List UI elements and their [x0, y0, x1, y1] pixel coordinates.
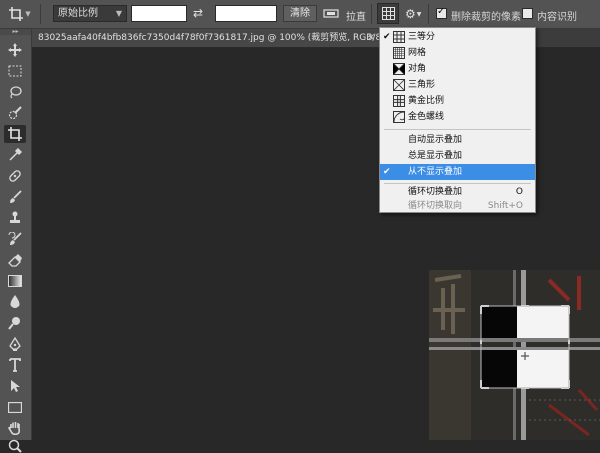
menu-separator [384, 129, 531, 130]
diagonal-icon [393, 63, 405, 75]
menu-item-cycle-orientation: 循环切换取向 Shift+O [380, 198, 535, 214]
shortcut-label: Shift+O [487, 201, 523, 211]
menu-item-triangle[interactable]: 三角形 [380, 77, 535, 93]
crop-tool-icon[interactable] [4, 125, 26, 143]
document-tab-title: 83025aafa40f4bfb836fc7350d4f78f0f7361817… [38, 33, 386, 43]
lasso-tool-icon[interactable] [4, 83, 26, 101]
delete-cropped-label[interactable]: 删除裁剪的像素 [451, 8, 521, 23]
close-icon[interactable]: × [367, 29, 375, 47]
overlay-options-button[interactable] [377, 3, 399, 24]
golden-ratio-icon [393, 95, 405, 107]
ratio-preset-select[interactable]: 原始比例 ▼ [53, 5, 127, 22]
straighten-icon[interactable] [323, 6, 339, 20]
golden-spiral-icon [393, 111, 405, 123]
triangle-icon [393, 79, 405, 91]
checkmark-icon: ✔ [383, 32, 391, 42]
dodge-tool-icon[interactable] [4, 314, 26, 332]
gradient-tool-icon[interactable] [4, 272, 26, 290]
type-tool-icon[interactable] [4, 356, 26, 374]
menu-item-never-show-overlay[interactable]: ✔ 从不显示叠加 [380, 164, 535, 180]
pen-tool-icon[interactable] [4, 335, 26, 353]
delete-cropped-checkbox[interactable] [436, 6, 447, 19]
path-selection-tool-icon[interactable] [4, 377, 26, 395]
menu-item-auto-show-overlay[interactable]: 自动显示叠加 [380, 132, 535, 148]
straighten-label[interactable]: 拉直 [346, 8, 366, 23]
document-tab[interactable]: 83025aafa40f4bfb836fc7350d4f78f0f7361817… [32, 29, 386, 47]
clear-button[interactable]: 清除 [283, 5, 317, 22]
blur-tool-icon[interactable] [4, 293, 26, 311]
hand-tool-icon[interactable] [4, 419, 26, 437]
clone-stamp-tool-icon[interactable] [4, 209, 26, 227]
quick-selection-tool-icon[interactable] [4, 104, 26, 122]
checkmark-icon: ✔ [383, 167, 391, 177]
crop-width-input[interactable] [131, 5, 187, 22]
menu-item-diagonal[interactable]: 对角 [380, 61, 535, 77]
chevron-down-icon: ▼ [115, 9, 122, 18]
options-bar: ▼ 原始比例 ▼ ⇄ 清除 拉直 ⚙▼ 删除裁剪的像素 内容识别 [0, 0, 600, 29]
menu-item-rule-of-thirds[interactable]: ✔ 三等分 [380, 29, 535, 45]
crop-icon [9, 7, 24, 21]
crop-settings-button[interactable]: ⚙ ▼ [405, 5, 423, 23]
content-aware-label[interactable]: 内容识别 [537, 8, 577, 23]
ratio-preset-value: 原始比例 [58, 8, 98, 19]
history-brush-tool-icon[interactable] [4, 230, 26, 248]
document-image[interactable] [429, 270, 600, 440]
crop-tool-preset-button[interactable]: ▼ [8, 3, 32, 25]
menu-item-golden-spiral[interactable]: 金色螺线 [380, 109, 535, 125]
grid-icon [381, 7, 395, 20]
panel-grip[interactable]: ▸▸ [0, 29, 31, 35]
tools-panel: ▸▸ [0, 29, 32, 453]
menu-item-golden-ratio[interactable]: 黄金比例 [380, 93, 535, 109]
move-tool-icon[interactable] [4, 41, 26, 59]
marquee-tool-icon[interactable] [4, 62, 26, 80]
menu-item-always-show-overlay[interactable]: 总是显示叠加 [380, 148, 535, 164]
menu-item-grid[interactable]: 网格 [380, 45, 535, 61]
healing-brush-tool-icon[interactable] [4, 167, 26, 185]
chevron-down-icon: ▼ [25, 10, 31, 18]
crop-height-input[interactable] [215, 5, 277, 22]
eraser-tool-icon[interactable] [4, 251, 26, 269]
grid-icon [393, 47, 405, 59]
rectangle-tool-icon[interactable] [4, 398, 26, 416]
brush-tool-icon[interactable] [4, 188, 26, 206]
swap-dimensions-icon[interactable]: ⇄ [193, 6, 203, 20]
eyedropper-tool-icon[interactable] [4, 146, 26, 164]
zoom-tool-icon[interactable] [4, 439, 26, 453]
chevron-down-icon: ▼ [416, 10, 422, 18]
overlay-options-menu: ✔ 三等分 网格 对角 三角形 黄金比例 金色螺线 自动显示叠加 总是显示叠加 … [379, 27, 536, 213]
rule-of-thirds-icon [393, 31, 405, 43]
gear-icon: ⚙ [405, 7, 416, 21]
content-aware-checkbox[interactable] [522, 8, 533, 19]
